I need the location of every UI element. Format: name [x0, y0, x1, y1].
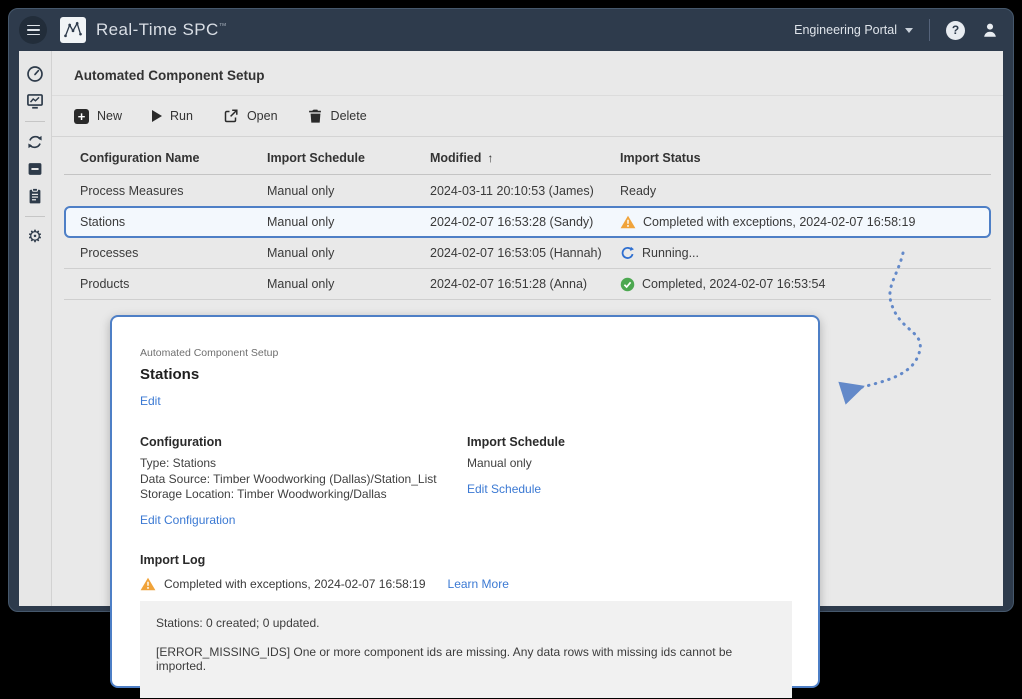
- col-import-status[interactable]: Import Status: [620, 151, 975, 165]
- header-divider: [929, 19, 930, 41]
- sidebar-item-tasks[interactable]: [23, 184, 47, 208]
- config-table: Configuration Name Import Schedule Modif…: [52, 141, 1003, 300]
- edit-configuration-link[interactable]: Edit Configuration: [140, 513, 235, 527]
- panel-title: Stations: [140, 366, 790, 383]
- import-log-heading: Import Log: [140, 553, 790, 567]
- configuration-heading: Configuration: [140, 435, 467, 449]
- sidebar-item-archive[interactable]: [23, 157, 47, 181]
- gear-icon: ⚙: [27, 229, 42, 246]
- import-log-section: Import Log Completed with exceptions, 20…: [140, 553, 790, 698]
- question-icon: ?: [952, 23, 959, 37]
- log-line-summary: Stations: 0 created; 0 updated.: [156, 616, 776, 630]
- sidebar: ⚙: [19, 51, 52, 606]
- portal-label: Engineering Portal: [794, 23, 897, 37]
- menu-icon: [27, 25, 40, 27]
- import-schedule-heading: Import Schedule: [467, 435, 790, 449]
- warning-icon: [140, 577, 156, 591]
- import-schedule-section: Import Schedule Manual only Edit Schedul…: [467, 435, 790, 529]
- sidebar-item-sync[interactable]: [23, 130, 47, 154]
- help-button[interactable]: ?: [946, 21, 965, 40]
- app-title: Real-Time SPC™: [96, 20, 227, 40]
- trash-icon: [308, 108, 323, 124]
- gauge-icon: [26, 65, 44, 83]
- config-storage-location: Storage Location: Timber Woodworking/Dal…: [140, 487, 467, 503]
- monitor-chart-icon: [26, 92, 44, 110]
- log-output-box: Stations: 0 created; 0 updated. [ERROR_M…: [140, 601, 792, 698]
- sidebar-divider: [25, 216, 45, 217]
- app-logo: [60, 17, 86, 43]
- user-button[interactable]: [981, 21, 999, 39]
- archive-box-icon: [26, 160, 44, 178]
- sidebar-item-dashboard[interactable]: [23, 62, 47, 86]
- learn-more-link[interactable]: Learn More: [448, 577, 509, 591]
- warning-icon: [620, 215, 636, 229]
- breadcrumb: Automated Component Setup: [140, 347, 790, 359]
- log-status-text: Completed with exceptions, 2024-02-07 16…: [164, 577, 426, 591]
- play-icon: [152, 110, 162, 122]
- col-import-schedule[interactable]: Import Schedule: [267, 151, 430, 165]
- table-header: Configuration Name Import Schedule Modif…: [64, 141, 991, 175]
- spc-chart-logo-icon: [63, 20, 83, 40]
- sort-ascending-icon: ↑: [487, 151, 493, 165]
- toolbar: + New Run Open: [52, 96, 1003, 137]
- open-button[interactable]: Open: [223, 108, 278, 124]
- table-row-products[interactable]: Products Manual only 2024-02-07 16:51:28…: [64, 269, 991, 300]
- user-icon: [981, 21, 999, 39]
- log-line-error: [ERROR_MISSING_IDS] One or more componen…: [156, 645, 776, 673]
- running-refresh-icon: [620, 246, 635, 261]
- table-row-process-measures[interactable]: Process Measures Manual only 2024-03-11 …: [64, 175, 991, 206]
- edit-link[interactable]: Edit: [140, 394, 161, 408]
- sync-icon: [26, 133, 44, 151]
- run-button[interactable]: Run: [152, 109, 193, 123]
- table-row-stations[interactable]: Stations Manual only 2024-02-07 16:53:28…: [64, 206, 991, 238]
- success-check-icon: [620, 277, 635, 292]
- delete-button[interactable]: Delete: [308, 108, 367, 124]
- hamburger-menu-button[interactable]: [19, 16, 47, 44]
- col-modified[interactable]: Modified ↑: [430, 151, 620, 165]
- page-title-bar: Automated Component Setup: [52, 51, 1003, 96]
- config-type: Type: Stations: [140, 456, 467, 472]
- sidebar-item-monitoring[interactable]: [23, 89, 47, 113]
- edit-schedule-link[interactable]: Edit Schedule: [467, 482, 541, 496]
- clipboard-icon: [26, 187, 44, 205]
- app-header: Real-Time SPC™ Engineering Portal ?: [9, 9, 1013, 51]
- open-external-icon: [223, 108, 239, 124]
- detail-panel: Automated Component Setup Stations Edit …: [110, 315, 820, 688]
- schedule-value: Manual only: [467, 456, 790, 472]
- config-data-source: Data Source: Timber Woodworking (Dallas)…: [140, 472, 467, 488]
- configuration-section: Configuration Type: Stations Data Source…: [140, 435, 467, 529]
- table-row-processes[interactable]: Processes Manual only 2024-02-07 16:53:0…: [64, 238, 991, 269]
- sidebar-divider: [25, 121, 45, 122]
- col-configuration-name[interactable]: Configuration Name: [80, 151, 267, 165]
- portal-switcher[interactable]: Engineering Portal: [794, 23, 913, 37]
- new-button[interactable]: + New: [74, 109, 122, 124]
- chevron-down-icon: [905, 28, 913, 33]
- plus-square-icon: +: [74, 109, 89, 124]
- page-title: Automated Component Setup: [74, 68, 981, 83]
- sidebar-item-settings[interactable]: ⚙: [23, 225, 47, 249]
